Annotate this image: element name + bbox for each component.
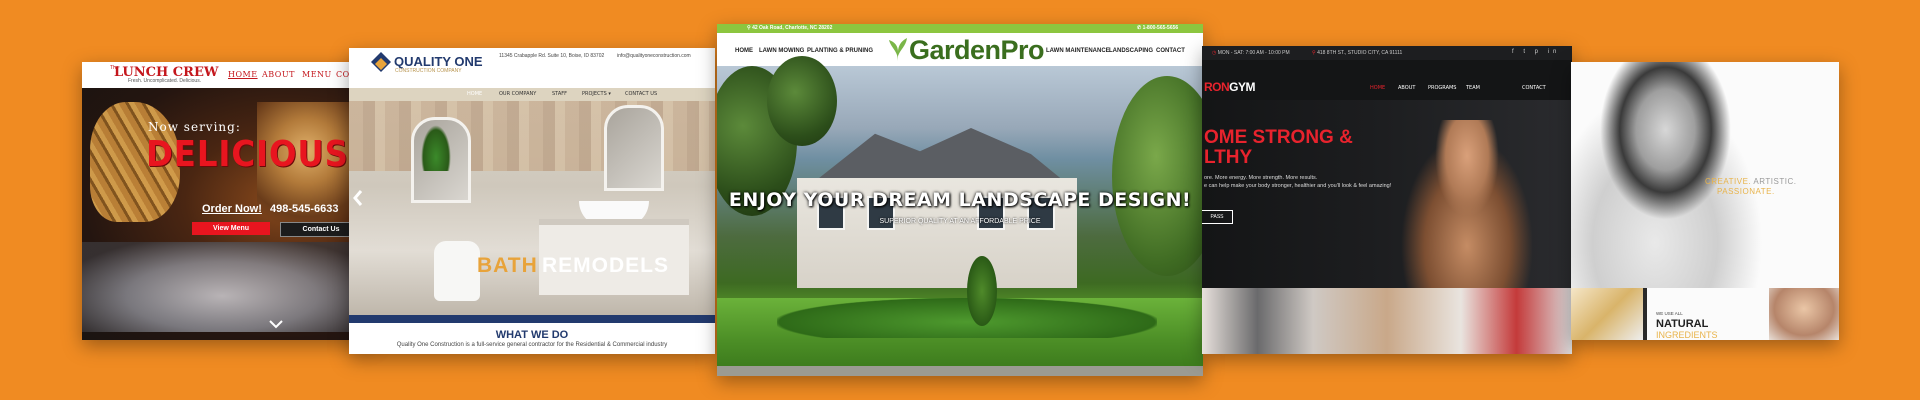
nav-our-company[interactable]: OUR COMPANY (499, 91, 536, 97)
nav-menu[interactable]: MENU (302, 70, 332, 79)
hero-headline-line1: OME STRONG & (1204, 127, 1353, 148)
order-now-link[interactable]: Order Now! (202, 203, 262, 215)
hero-headline: OME STRONG & LTHY (1204, 128, 1353, 168)
nav-lawn-maintenance[interactable]: LAWN MAINTENANCE (1046, 48, 1110, 54)
nav-about[interactable]: ABOUT (262, 70, 295, 79)
bathroom-photo (349, 101, 715, 315)
hero-headline: ENJOY YOUR DREAM LANDSCAPE DESIGN! (728, 189, 1192, 211)
nav-contact[interactable]: CO (336, 70, 350, 79)
address-text: ⚲ 42 Oak Road, Charlotte, NC 28202 (747, 25, 832, 31)
phone-text: ✆ 1-800-565-5656 (1137, 25, 1178, 31)
mirror-right (604, 105, 664, 191)
hero-word-remodels: REMODELS (542, 254, 670, 277)
email-text[interactable]: info@qualityoneconstruction.com (617, 53, 691, 59)
hero-word-bath: BATH (477, 254, 538, 277)
walkway (717, 366, 1203, 376)
plate-image (82, 242, 372, 332)
address-text: 11345 Crabapple Rd. Suite 10, Boise, ID … (499, 53, 605, 59)
logo-red-part: RON (1204, 80, 1230, 94)
quality-one-logo-icon (371, 52, 391, 72)
nav-team[interactable]: TEAM (1466, 85, 1480, 91)
nav-projects[interactable]: PROJECTS ▾ (582, 91, 611, 97)
nav-staff[interactable]: STAFF (552, 91, 567, 97)
tag-passionate: PASSIONATE. (1717, 187, 1775, 196)
nav-landscaping[interactable]: LANDSCAPING (1109, 48, 1153, 54)
address-text: ⚲ 418 8TH ST., STUDIO CITY, CA 91111 (1312, 50, 1402, 56)
tag-creative: CREATIVE. (1705, 177, 1752, 186)
accent-bar (1643, 288, 1647, 340)
nav-home[interactable]: HOME (467, 91, 482, 97)
garden-pro-logo[interactable]: GardenPro (909, 35, 1045, 66)
hero-headline-line2: LTHY (1204, 147, 1253, 168)
natural-text: NATURAL (1656, 318, 1709, 330)
serving-label: Now serving: (148, 120, 241, 134)
tagline: Fresh. Uncomplicated. Delicious. (128, 78, 202, 84)
logo-white-part: GYM (1229, 80, 1256, 94)
hero-text-line2: e can help make your body stronger, heal… (1204, 183, 1392, 189)
address-value: 42 Oak Road, Charlotte, NC 28202 (752, 25, 833, 31)
gallery-strip (1202, 288, 1572, 354)
portrait-photo (1571, 62, 1781, 288)
athlete-image (1392, 120, 1542, 300)
toilet-image (434, 241, 480, 301)
section-title: WHAT WE DO (495, 329, 569, 341)
hero-text-line1: ore. More energy. More strength. More re… (1204, 175, 1318, 181)
logo-word-garden: Garden (909, 35, 1001, 65)
nav-planting-pruning[interactable]: PLANTING & PRUNING (807, 48, 873, 54)
thumbnail-left[interactable] (1571, 288, 1643, 340)
social-icons[interactable]: f t p in (1512, 49, 1560, 55)
leaf-logo-icon (889, 38, 907, 61)
hours-value: MON - SAT: 7:00 AM - 10:00 PM (1217, 50, 1290, 56)
address-value: 418 8TH ST., STUDIO CITY, CA 91111 (1317, 50, 1403, 56)
divider-band (349, 315, 715, 323)
thumbnail-right[interactable] (1769, 288, 1839, 340)
nav-contact[interactable]: CONTACT (1522, 85, 1546, 91)
tagline-line1: CREATIVE. ARTISTIC. (1705, 177, 1796, 186)
hero-text: ore. More energy. More strength. More re… (1204, 174, 1391, 190)
section-description: Quality One Construction is a full-servi… (396, 342, 668, 348)
company-name[interactable]: QUALITY ONE (394, 54, 483, 69)
free-pass-button[interactable]: PASS (1202, 210, 1233, 224)
nav-home[interactable]: HOME (1370, 85, 1385, 91)
plant-image (421, 125, 451, 171)
quality-one-screenshot: QUALITY ONE CONSTRUCTION COMPANY 11345 C… (349, 48, 715, 354)
creative-screenshot: CREATIVE. ARTISTIC. PASSIONATE. WE USE A… (1571, 62, 1839, 340)
nav-contact[interactable]: CONTACT (1156, 48, 1185, 54)
tag-artistic: ARTISTIC. (1753, 177, 1797, 186)
chevron-down-icon[interactable] (269, 317, 283, 335)
hours-text: ◷ MON - SAT: 7:00 AM - 10:00 PM (1212, 50, 1290, 56)
we-use-all-text: WE USE ALL (1656, 311, 1683, 316)
nav-lawn-mowing[interactable]: LAWN MOWING (759, 48, 804, 54)
nav-home[interactable]: HOME (228, 70, 258, 79)
willow-tree (1112, 76, 1203, 276)
iron-gym-screenshot: ◷ MON - SAT: 7:00 AM - 10:00 PM ⚲ 418 8T… (1202, 46, 1572, 354)
nav-programs[interactable]: PROGRAMS (1428, 85, 1456, 91)
ingredients-text: INGREDIENTS (1656, 330, 1718, 340)
garden-pro-screenshot: ⚲ 42 Oak Road, Charlotte, NC 28202 ✆ 1-8… (717, 24, 1203, 376)
topiary (967, 256, 997, 326)
nav-home[interactable]: HOME (735, 48, 753, 54)
tree-left-back (767, 56, 837, 146)
iron-gym-logo[interactable]: RONGYM (1204, 80, 1256, 94)
company-subtitle: CONSTRUCTION COMPANY (395, 68, 462, 74)
phone-number: 498-545-6633 (270, 203, 339, 215)
hero-headline: DELICIOUS GR (146, 134, 372, 175)
phone-value: 1-800-565-5656 (1142, 25, 1179, 31)
slider-prev-icon[interactable] (353, 190, 363, 211)
view-menu-button[interactable]: View Menu (192, 222, 270, 235)
nav-contact-us[interactable]: CONTACT US (625, 91, 657, 97)
lunch-crew-screenshot: The LUNCH CREW Fresh. Uncomplicated. Del… (82, 62, 372, 340)
hero-subheadline: SUPERIOR QUALITY AT AN AFFORDABLE PRICE (879, 218, 1041, 225)
logo-word-pro: Pro (1000, 35, 1045, 65)
shrubs (777, 298, 1157, 338)
nav-about[interactable]: ABOUT (1398, 85, 1415, 91)
